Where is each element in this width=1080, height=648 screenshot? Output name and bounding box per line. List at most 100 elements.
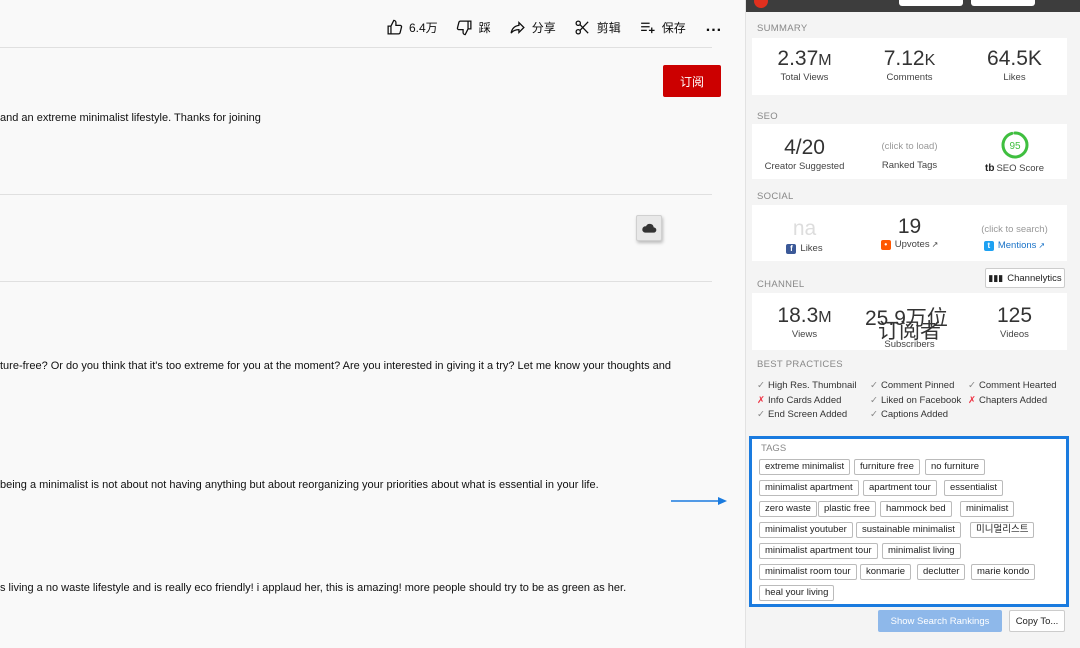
tag-chip[interactable]: 미니멀리스트 — [970, 522, 1035, 538]
clip-button[interactable]: 剪辑 — [574, 19, 621, 36]
comments-unit: K — [924, 52, 936, 69]
header-button[interactable] — [899, 0, 963, 6]
divider — [0, 281, 712, 282]
channelytics-label: Channelytics — [1007, 272, 1062, 284]
tag-chip[interactable]: minimalist youtuber — [759, 522, 853, 538]
facebook-likes-caption: Likes — [800, 243, 823, 254]
thumbs-down-icon — [456, 19, 472, 35]
clip-label: 剪辑 — [596, 20, 621, 35]
ranked-tags-stat[interactable]: (click to load) Ranked Tags — [859, 141, 960, 171]
tag-chip[interactable]: plastic free — [818, 501, 876, 517]
tag-chip[interactable]: essentialist — [944, 480, 1003, 496]
check-icon: ✓ — [757, 409, 765, 420]
ranked-tags-load-link[interactable]: (click to load) — [859, 141, 960, 152]
best-practice-item: ✓ End Screen Added — [757, 409, 847, 420]
check-icon: ✓ — [968, 380, 976, 391]
best-practice-item: ✗ Info Cards Added — [757, 395, 841, 406]
social-label: SOCIAL — [757, 191, 794, 202]
tag-chip[interactable]: minimalist apartment — [759, 480, 859, 496]
cross-icon: ✗ — [757, 395, 765, 406]
ranked-tags-caption: Ranked Tags — [881, 160, 938, 171]
total-views-value: 2.37 — [777, 47, 819, 70]
thumbs-up-icon — [387, 19, 403, 35]
best-practice-item: ✓ Liked on Facebook — [870, 395, 961, 406]
dislike-button[interactable]: 踩 — [456, 19, 491, 36]
creator-suggested-stat: 4/20 Creator Suggested — [754, 136, 855, 172]
tag-chip[interactable]: extreme minimalist — [759, 459, 851, 475]
tag-chip[interactable]: zero waste — [759, 501, 817, 517]
subscribers-unit: 订阅者 — [878, 320, 941, 343]
panel-header — [746, 0, 1080, 12]
copy-to-button[interactable]: Copy To... — [1009, 610, 1065, 632]
best-practice-text: Captions Added — [880, 409, 949, 420]
tubebuddy-logo-icon: tb — [985, 163, 995, 174]
reddit-upvotes-value: 19 — [897, 215, 922, 238]
best-practice-text: Info Cards Added — [767, 395, 842, 406]
tag-chip[interactable]: declutter — [917, 564, 966, 580]
total-views-stat: 2.37M Total Views — [754, 47, 855, 83]
summary-label: SUMMARY — [757, 23, 808, 34]
channelytics-button[interactable]: ▮▮▮ Channelytics — [985, 268, 1065, 288]
comment-text: being a minimalist is not about not havi… — [0, 479, 599, 491]
tag-chip[interactable]: sustainable minimalist — [856, 522, 961, 538]
tag-chip[interactable]: konmarie — [860, 564, 912, 580]
summary-card: 2.37M Total Views 7.12K Comments 64.5K L… — [752, 38, 1067, 95]
twitter-mentions-stat[interactable]: (click to search) t Mentions ↗ — [964, 224, 1065, 251]
comment-text: s living a no waste lifestyle and is rea… — [0, 582, 627, 594]
tag-chip[interactable]: furniture free — [854, 459, 920, 475]
tags-panel: TAGS extreme minimalist furniture free no … — [749, 436, 1069, 607]
total-views-caption: Total Views — [780, 72, 829, 83]
mentions-search-link[interactable]: (click to search) — [964, 224, 1065, 235]
seo-score-caption: SEO Score — [996, 163, 1044, 174]
creator-suggested-caption: Creator Suggested — [764, 161, 845, 172]
best-practice-text: Liked on Facebook — [880, 395, 962, 406]
best-practices-label: BEST PRACTICES — [757, 359, 843, 370]
creator-suggested-value: 4/20 — [784, 136, 825, 159]
subscribe-button[interactable]: 订阅 — [663, 65, 721, 97]
vidiq-logo-icon — [754, 0, 768, 8]
reddit-upvotes-caption: Upvotes — [894, 239, 930, 250]
comments-stat: 7.12K Comments — [859, 47, 960, 83]
channel-label: CHANNEL — [757, 279, 805, 290]
tag-chip[interactable]: no furniture — [925, 459, 986, 475]
more-actions-button[interactable]: ... — [706, 18, 722, 36]
comments-caption: Comments — [886, 72, 933, 83]
likes-caption: Likes — [1003, 72, 1026, 83]
bar-chart-icon: ▮▮▮ — [988, 272, 1004, 283]
likes-stat: 64.5K Likes — [964, 47, 1065, 83]
header-button[interactable] — [971, 0, 1035, 6]
tag-chip[interactable]: minimalist — [960, 501, 1015, 517]
share-button[interactable]: 分享 — [509, 19, 556, 36]
channel-views-value: 18.3 — [777, 304, 819, 327]
seo-card: 4/20 Creator Suggested (click to load) R… — [752, 124, 1067, 179]
like-button[interactable]: 6.4万 — [386, 19, 438, 36]
tag-chip[interactable]: marie kondo — [971, 564, 1036, 580]
show-search-rankings-button[interactable]: Show Search Rankings — [878, 610, 1002, 632]
tag-chip[interactable]: minimalist apartment tour — [759, 543, 878, 559]
check-icon: ✓ — [870, 395, 878, 406]
comment-text: ture-free? Or do you think that it's too… — [0, 360, 672, 372]
mentions-caption[interactable]: Mentions — [998, 240, 1037, 251]
best-practice-text: Chapters Added — [978, 395, 1048, 406]
comments-value: 7.12 — [883, 47, 925, 70]
channel-videos-caption: Videos — [1000, 329, 1029, 340]
tag-chip[interactable]: hammock bed — [880, 501, 952, 517]
tags-label: TAGS — [761, 443, 787, 454]
tag-chip[interactable]: heal your living — [759, 585, 835, 601]
reddit-icon: • — [880, 239, 891, 250]
tag-chip[interactable]: apartment tour — [863, 480, 937, 496]
tag-chip[interactable]: minimalist living — [882, 543, 961, 559]
cross-icon: ✗ — [968, 395, 976, 406]
save-button[interactable]: 保存 — [639, 19, 686, 36]
channel-subscribers-stat: 25.9万位 订阅者 Subscribers — [859, 302, 960, 350]
check-icon: ✓ — [757, 380, 765, 391]
cloud-icon — [642, 223, 657, 233]
twitter-icon: t — [983, 240, 994, 251]
tag-chip[interactable]: minimalist room tour — [759, 564, 857, 580]
seo-score-value: 95 — [1009, 141, 1021, 152]
pointer-arrow-icon — [671, 497, 727, 505]
best-practice-text: End Screen Added — [767, 409, 848, 420]
scissors-icon — [575, 19, 589, 35]
reddit-upvotes-stat[interactable]: 19 • Upvotes ↗ — [859, 215, 960, 250]
cloud-button[interactable] — [636, 215, 662, 241]
